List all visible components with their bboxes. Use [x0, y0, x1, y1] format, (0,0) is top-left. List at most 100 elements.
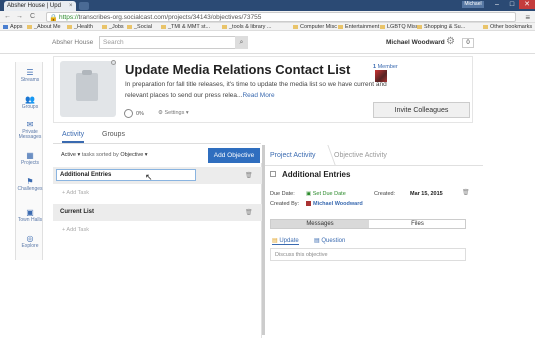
add-task-link[interactable]: + Add Task [62, 190, 89, 196]
sort-dropdown[interactable]: Objective ▾ [120, 152, 147, 158]
folder-icon [67, 24, 72, 29]
discuss-input[interactable]: Discuss this objective [270, 248, 466, 261]
forward-icon[interactable]: → [16, 13, 23, 20]
bookmark-item[interactable]: _About Me [27, 24, 61, 30]
folder-icon [222, 24, 227, 29]
url-path: /projects/34143/objectives/73755 [166, 14, 262, 21]
new-tab-button[interactable] [79, 2, 89, 10]
nav-projects[interactable]: ▦ Projects [16, 151, 44, 166]
maximize-button[interactable]: □ [505, 0, 519, 9]
tab-activity[interactable]: Activity [62, 131, 85, 143]
project-header: Update Media Relations Contact List In p… [53, 56, 473, 123]
browser-menu-icon[interactable]: ≡ [525, 13, 530, 22]
creator-link[interactable]: Michael Woodward [306, 201, 363, 207]
bookmark-item[interactable]: Shopping & Su... [417, 24, 465, 30]
mouse-cursor-icon: ↖ [145, 172, 153, 182]
binoculars-icon: ◎ [26, 234, 34, 243]
bookmark-item[interactable]: Apps [3, 24, 23, 30]
url-scheme: https:// [59, 14, 79, 21]
close-window-button[interactable]: ✕ [519, 0, 535, 9]
tab-close-icon[interactable]: × [69, 3, 73, 9]
pin-icon[interactable] [111, 60, 116, 65]
folder-icon [293, 24, 298, 29]
app-topbar: Absher House Search ⌕ Michael Woodward ⚙… [0, 32, 535, 54]
settings-dropdown[interactable]: ⚙ Settings ▾ [158, 110, 189, 116]
tab-messages[interactable]: Messages [271, 220, 369, 228]
bookmark-item[interactable]: Entertainment [338, 24, 379, 30]
folder-icon [338, 24, 343, 29]
envelope-icon: ✉ [26, 120, 34, 129]
tab-files[interactable]: Files [369, 220, 466, 228]
detail-subtabs: Messages Files [270, 219, 466, 229]
folder-icon [127, 24, 132, 29]
project-title: Update Media Relations Contact List [125, 62, 351, 77]
list-title[interactable]: Current List [60, 209, 94, 215]
folder-icon [483, 24, 488, 29]
bookmark-item[interactable]: _Health [67, 24, 93, 30]
complete-checkbox[interactable] [270, 171, 276, 177]
nav-challenges[interactable]: ⚑ Challenges [16, 177, 44, 192]
project-description: In preparation for fall title releases, … [125, 81, 387, 99]
nav-explore[interactable]: ◎ Explore [16, 234, 44, 249]
back-icon[interactable]: ← [4, 13, 11, 20]
trash-icon[interactable]: 🗑 [245, 209, 253, 216]
url-input[interactable]: 🔒 https://transcribes-org.socialcast.com… [46, 12, 516, 22]
bookmark-item[interactable]: _TMI & MMT st... [161, 24, 210, 30]
streams-icon: ☰ [26, 68, 34, 77]
crumb-project-activity[interactable]: Project Activity [270, 152, 316, 159]
search-input[interactable]: Search [99, 36, 247, 49]
add-task-link[interactable]: + Add Task [62, 227, 89, 233]
bookmarks-bar: Apps _About Me _Health _Jobs _Social _TM… [0, 23, 535, 31]
nav-streams[interactable]: ☰ Streams [16, 68, 44, 83]
trash-icon[interactable]: 🗑 [245, 172, 253, 179]
update-tab[interactable]: ▤ Update [272, 237, 299, 245]
folder-icon [380, 24, 385, 29]
invite-colleagues-button[interactable]: Invite Colleagues [373, 102, 470, 118]
created-date: Mar 15, 2015 [410, 191, 443, 197]
progress-ring [124, 109, 133, 118]
tab-groups[interactable]: Groups [102, 131, 125, 138]
user-name[interactable]: Michael Woodward [386, 39, 445, 46]
bookmark-item[interactable]: Other bookmarks [483, 24, 532, 30]
town-hall-icon: ▣ [26, 208, 34, 217]
bookmark-item[interactable]: Computer Misc [293, 24, 337, 30]
projects-icon: ▦ [26, 151, 34, 160]
url-host: transcribes-org.socialcast.com [78, 14, 167, 21]
set-due-date-link[interactable]: ▣ Set Due Date [306, 191, 346, 197]
minimize-button[interactable]: – [490, 0, 504, 9]
flag-icon: ⚑ [26, 177, 34, 186]
project-thumbnail[interactable] [60, 61, 116, 117]
search-icon[interactable]: ⌕ [235, 36, 248, 49]
bookmark-item[interactable]: _Jobs [102, 24, 124, 30]
task-filter: Active ▾ tasks sorted by Objective ▾ [61, 152, 148, 158]
folder-icon [161, 24, 166, 29]
clipboard-clip [82, 70, 92, 75]
creator-avatar [306, 201, 311, 207]
gear-icon[interactable]: ⚙ [446, 36, 455, 47]
objective-name-input[interactable]: Additional Entries [56, 169, 196, 181]
bookmark-item[interactable]: _tools & library ... [222, 24, 272, 30]
nav-town-halls[interactable]: ▣ Town Halls [16, 208, 44, 223]
browser-profile-badge[interactable]: Michael [462, 1, 484, 8]
address-bar-row: ← → C 🔒 https://transcribes-org.socialca… [0, 11, 535, 23]
nav-private-messages[interactable]: ✉ Private Messages [16, 120, 44, 140]
trash-icon[interactable]: 🗑 [462, 189, 470, 196]
crumb-objective-activity[interactable]: Objective Activity [334, 152, 387, 159]
add-objective-button[interactable]: Add Objective [208, 148, 260, 163]
folder-icon [27, 24, 32, 29]
nav-groups[interactable]: 👥 Groups [16, 95, 44, 110]
question-tab[interactable]: ▤ Question [314, 237, 345, 244]
reload-icon[interactable]: C [30, 13, 35, 20]
bookmark-item[interactable]: LGBTQ Misc [380, 24, 418, 30]
browser-tab[interactable]: Absher House | Upd × [4, 1, 76, 11]
clipboard-icon [76, 73, 98, 101]
member-avatar[interactable] [375, 70, 387, 82]
created-by-label: Created By: [270, 201, 300, 207]
bookmark-item[interactable]: _Social [127, 24, 152, 30]
status-filter-dropdown[interactable]: Active ▾ [61, 152, 80, 158]
left-navigation: ☰ Streams 👥 Groups ✉ Private Messages ▦ Proj… [15, 62, 43, 260]
apps-icon [3, 24, 8, 29]
read-more-link[interactable]: Read More [242, 92, 274, 99]
notification-count[interactable]: 0 [462, 38, 474, 48]
community-name[interactable]: Absher House [52, 39, 93, 46]
